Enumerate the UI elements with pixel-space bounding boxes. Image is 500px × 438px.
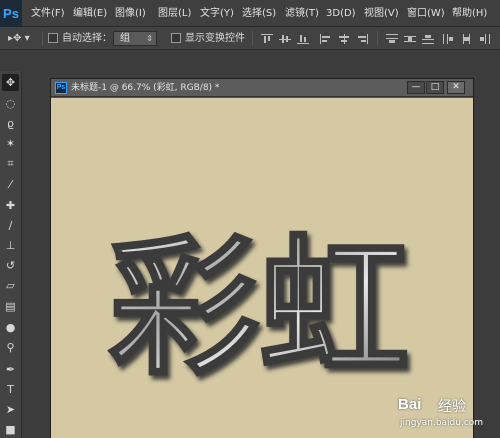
pen-icon[interactable]: ✒ [2, 361, 19, 378]
document-window: Ps 未标题-1 @ 66.7% (彩虹, RGB/8) * — □ ✕ 彩虹 [50, 78, 474, 438]
menu-help[interactable]: 帮助(H) [452, 0, 487, 27]
tools-panel: ✥ ◌ ϱ ✶ ⌗ ⁄ ✚ ∕ ⊥ ↺ ▱ ▤ ● ⚲ ✒ T ➤ ■ [0, 71, 22, 438]
close-button[interactable]: ✕ [447, 81, 465, 94]
watermark-brand: Bai [398, 396, 422, 413]
distribute-left-icon[interactable] [443, 34, 455, 44]
distribute-right-icon[interactable] [479, 34, 491, 44]
menu-select[interactable]: 选择(S) [242, 0, 276, 27]
canvas[interactable]: 彩虹 [51, 98, 473, 438]
healing-brush-icon[interactable]: ✚ [2, 197, 19, 214]
document-title-bar[interactable]: Ps 未标题-1 @ 66.7% (彩虹, RGB/8) * — □ ✕ [51, 79, 473, 97]
dropdown-value: 组 [120, 33, 130, 44]
watermark: Bai 经验 jingyan.baidu.com [398, 396, 498, 436]
canvas-artwork: 彩虹 [108, 221, 411, 398]
menu-file[interactable]: 文件(F) [31, 0, 65, 27]
menu-type[interactable]: 文字(Y) [200, 0, 234, 27]
clone-stamp-icon[interactable]: ⊥ [2, 237, 19, 254]
options-bar: ▸✥ ▾ 自动选择： 组 ⇕ 显示变换控件 [0, 27, 500, 50]
tool-preset-icon[interactable]: ▸✥ ▾ [8, 27, 30, 50]
align-vertical-center-icon[interactable] [279, 34, 291, 44]
align-horizontal-center-icon[interactable] [338, 34, 350, 44]
auto-select-target-dropdown[interactable]: 组 ⇕ [113, 31, 157, 46]
history-brush-icon[interactable]: ↺ [2, 257, 19, 274]
lasso-icon[interactable]: ϱ [2, 115, 19, 132]
auto-select-checkbox[interactable] [48, 33, 58, 43]
gradient-icon[interactable]: ▤ [2, 298, 19, 315]
menu-edit[interactable]: 编辑(E) [73, 0, 107, 27]
separator [252, 31, 253, 46]
menu-filter[interactable]: 滤镜(T) [285, 0, 319, 27]
canvas-text: 彩虹 [109, 222, 409, 396]
eyedropper-icon[interactable]: ⁄ [2, 176, 19, 193]
menu-bar: Ps 文件(F) 编辑(E) 图像(I) 图层(L) 文字(Y) 选择(S) 滤… [0, 0, 500, 27]
maximize-button[interactable]: □ [426, 81, 444, 94]
photoshop-window: Ps 文件(F) 编辑(E) 图像(I) 图层(L) 文字(Y) 选择(S) 滤… [0, 0, 500, 438]
move-icon[interactable]: ✥ [2, 74, 19, 91]
marquee-icon[interactable]: ◌ [2, 95, 19, 112]
menu-image[interactable]: 图像(I) [115, 0, 146, 27]
rectangle-icon[interactable]: ■ [2, 421, 19, 438]
type-icon[interactable]: T [2, 381, 19, 398]
show-transform-checkbox[interactable] [171, 33, 181, 43]
align-left-icon[interactable] [320, 34, 332, 44]
magic-wand-icon[interactable]: ✶ [2, 135, 19, 152]
distribute-top-icon[interactable] [386, 34, 398, 44]
brush-icon[interactable]: ∕ [2, 217, 19, 234]
path-selection-icon[interactable]: ➤ [2, 401, 19, 418]
distribute-vertical-center-icon[interactable] [404, 34, 416, 44]
photoshop-logo: Ps [0, 0, 22, 27]
dropdown-caret-icon: ⇕ [146, 34, 153, 43]
watermark-brand-suffix: 经验 [438, 399, 466, 415]
separator [377, 31, 378, 46]
crop-icon[interactable]: ⌗ [2, 155, 19, 172]
separator [42, 31, 43, 46]
align-top-icon[interactable] [261, 34, 273, 44]
align-bottom-icon[interactable] [297, 34, 309, 44]
menu-3d[interactable]: 3D(D) [326, 0, 356, 27]
watermark-url: jingyan.baidu.com [400, 418, 484, 428]
auto-select-label: 自动选择： [62, 33, 112, 44]
menu-window[interactable]: 窗口(W) [407, 0, 445, 27]
blur-icon[interactable]: ● [2, 319, 19, 336]
document-title: 未标题-1 @ 66.7% (彩虹, RGB/8) * [71, 83, 220, 93]
distribute-bottom-icon[interactable] [422, 34, 434, 44]
dodge-icon[interactable]: ⚲ [2, 339, 19, 356]
align-right-icon[interactable] [356, 34, 368, 44]
ps-document-icon: Ps [55, 82, 67, 94]
minimize-button[interactable]: — [407, 81, 425, 94]
show-transform-label: 显示变换控件 [185, 33, 245, 44]
menu-view[interactable]: 视图(V) [364, 0, 399, 27]
menu-layer[interactable]: 图层(L) [158, 0, 191, 27]
distribute-horizontal-center-icon[interactable] [461, 34, 473, 44]
eraser-icon[interactable]: ▱ [2, 277, 19, 294]
